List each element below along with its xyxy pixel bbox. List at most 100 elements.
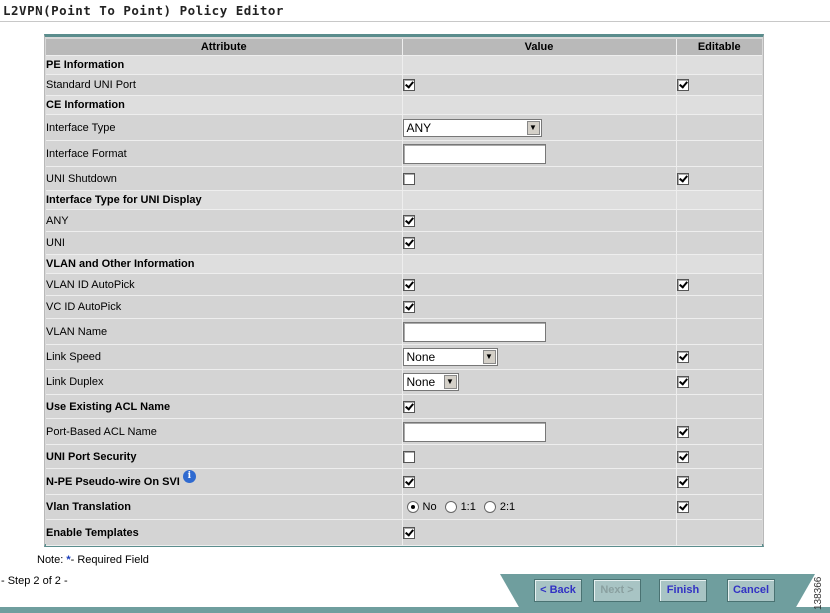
value-cell — [402, 295, 677, 319]
editable-cell — [676, 140, 762, 167]
enable-templates-checkbox[interactable] — [402, 526, 415, 539]
value-cell — [402, 418, 677, 445]
value-cell — [402, 140, 677, 167]
radio-option-no[interactable]: No — [406, 501, 437, 514]
n-pe-pseudo-wire-on-svi-checkbox[interactable] — [402, 475, 415, 488]
section-label: CE Information — [46, 95, 403, 115]
radio-button[interactable] — [406, 501, 419, 514]
attribute-row-uni-shutdown: UNI Shutdown — [46, 166, 762, 191]
attribute-label: ANY — [46, 214, 69, 227]
editable-checkbox[interactable] — [676, 351, 689, 364]
attribute-label-cell: ANY — [46, 209, 403, 232]
empty-cell — [402, 95, 677, 115]
attribute-label-cell: VLAN Name — [46, 318, 403, 345]
attribute-label-cell: Interface Format — [46, 140, 403, 167]
editable-cell — [676, 468, 762, 495]
chevron-down-icon[interactable]: ▼ — [443, 375, 457, 389]
attribute-label-cell: VC ID AutoPick — [46, 295, 403, 319]
back-button[interactable]: < Back — [534, 579, 582, 602]
vlan-id-autopick-checkbox[interactable] — [402, 278, 415, 291]
finish-button[interactable]: Finish — [659, 579, 707, 602]
use-existing-acl-name-checkbox[interactable] — [402, 400, 415, 413]
editable-checkbox[interactable] — [676, 79, 689, 92]
vlan-name-input[interactable] — [402, 321, 546, 342]
attribute-label: UNI — [46, 237, 65, 249]
attribute-label-cell: UNI — [46, 231, 403, 255]
radio-option-2-1[interactable]: 2:1 — [483, 501, 515, 514]
section-label: Interface Type for UNI Display — [46, 190, 403, 210]
radio-label: 1:1 — [460, 500, 476, 513]
note-prefix: Note: — [37, 554, 67, 566]
selected-value: ANY — [406, 120, 432, 135]
policy-attribute-table: Attribute Value Editable PE Information S… — [46, 39, 762, 546]
attribute-label-cell: Interface Type — [46, 114, 403, 141]
link-duplex-select[interactable]: None ▼ — [402, 373, 459, 391]
empty-cell — [676, 254, 762, 274]
port-based-acl-name-input[interactable] — [402, 421, 546, 442]
vlan-translation-radio-group: No 1:1 2:1 — [403, 500, 524, 514]
value-cell — [402, 468, 677, 495]
editable-cell — [676, 344, 762, 370]
info-icon[interactable]: i — [182, 469, 196, 483]
attribute-label: Interface Type — [46, 121, 116, 134]
value-cell — [402, 209, 677, 232]
editable-cell — [676, 494, 762, 520]
radio-button[interactable] — [444, 501, 457, 514]
attribute-row-any: ANY — [46, 209, 762, 232]
selected-value: None — [406, 350, 436, 364]
value-cell — [402, 318, 677, 345]
column-header-value: Value — [402, 39, 677, 56]
attribute-label-cell: Enable Templates — [46, 519, 403, 546]
uni-port-security-checkbox[interactable] — [402, 450, 415, 463]
next-button[interactable]: Next > — [593, 579, 641, 602]
standard-uni-port-checkbox[interactable] — [402, 79, 415, 92]
uni-checkbox[interactable] — [402, 237, 415, 250]
page-title: L2VPN(Point To Point) Policy Editor — [3, 3, 284, 18]
attribute-label: UNI Port Security — [46, 450, 137, 463]
column-header-editable: Editable — [676, 39, 762, 56]
empty-cell — [676, 190, 762, 210]
editable-cell — [676, 519, 762, 546]
editable-checkbox[interactable] — [676, 172, 689, 185]
value-cell: None ▼ — [402, 369, 677, 395]
radio-option-1-1[interactable]: 1:1 — [444, 500, 476, 514]
attribute-row-standard-uni-port: Standard UNI Port — [46, 74, 762, 96]
attribute-row-uni-port-security: UNI Port Security — [46, 444, 762, 469]
attribute-label: VLAN Name — [46, 325, 108, 338]
empty-cell — [402, 190, 677, 210]
attribute-row-use-existing-acl-name: Use Existing ACL Name — [46, 394, 762, 419]
editable-cell — [676, 166, 762, 191]
uni-shutdown-checkbox[interactable] — [402, 172, 415, 185]
attribute-label: VLAN ID AutoPick — [46, 278, 135, 291]
chevron-down-icon[interactable]: ▼ — [482, 350, 496, 364]
editable-checkbox[interactable] — [676, 501, 689, 514]
attribute-row-vlan-translation: Vlan Translation No 1:1 2:1 — [46, 494, 762, 520]
editable-checkbox[interactable] — [676, 450, 689, 463]
editable-checkbox[interactable] — [676, 376, 689, 389]
any-checkbox[interactable] — [402, 214, 415, 227]
vc-id-autopick-checkbox[interactable] — [402, 301, 415, 314]
section-label: PE Information — [46, 55, 403, 75]
interface-format-input[interactable] — [402, 143, 546, 164]
link-speed-select[interactable]: None ▼ — [402, 348, 498, 366]
step-indicator: - Step 2 of 2 - — [1, 575, 68, 587]
attribute-label: Link Speed — [46, 351, 102, 363]
value-cell: None ▼ — [402, 344, 677, 370]
policy-table-body: PE Information Standard UNI Port CE Inform… — [46, 55, 762, 546]
cancel-button[interactable]: Cancel — [727, 579, 775, 602]
attribute-label-cell: Use Existing ACL Name — [46, 394, 403, 419]
chevron-down-icon[interactable]: ▼ — [526, 120, 540, 135]
editable-checkbox[interactable] — [676, 278, 689, 291]
editable-cell — [676, 114, 762, 141]
interface-type-select[interactable]: ANY ▼ — [402, 118, 542, 137]
radio-button[interactable] — [483, 501, 496, 514]
attribute-label: Vlan Translation — [46, 501, 131, 513]
value-cell — [402, 166, 677, 191]
editable-cell — [676, 444, 762, 469]
figure-number: 138366 — [813, 576, 824, 610]
editable-checkbox[interactable] — [676, 425, 689, 438]
empty-cell — [402, 55, 677, 75]
attribute-row-vlan-id-autopick: VLAN ID AutoPick — [46, 273, 762, 296]
editable-checkbox[interactable] — [676, 475, 689, 488]
empty-cell — [676, 55, 762, 75]
